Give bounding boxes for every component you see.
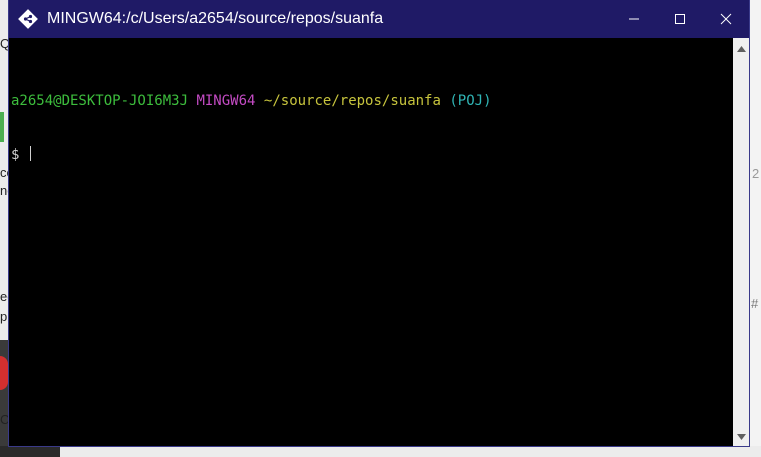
terminal-output[interactable]: a2654@DESKTOP-JOI6M3J MINGW64 ~/source/r… <box>9 38 733 446</box>
scroll-down-button[interactable] <box>733 428 749 444</box>
prompt-line: a2654@DESKTOP-JOI6M3J MINGW64 ~/source/r… <box>11 92 733 110</box>
background-text-fragment: # <box>751 296 759 311</box>
background-right-panel <box>748 0 761 457</box>
caret-down-icon <box>736 427 746 445</box>
window-title: MINGW64:/c/Users/a2654/source/repos/suan… <box>47 10 384 27</box>
background-red-shape <box>0 356 8 390</box>
input-line[interactable]: $ <box>11 146 733 164</box>
background-bottom-strip <box>0 446 761 457</box>
title-bar[interactable]: MINGW64:/c/Users/a2654/source/repos/suan… <box>9 0 749 38</box>
close-button[interactable] <box>703 0 749 38</box>
background-text-fragment: C <box>0 412 10 427</box>
minimize-icon <box>628 13 640 25</box>
maximize-button[interactable] <box>657 0 703 38</box>
background-bottom-dark-strip <box>0 446 60 457</box>
vertical-scrollbar[interactable] <box>733 38 749 446</box>
caret-up-icon <box>736 39 746 57</box>
close-icon <box>720 13 732 25</box>
window-controls <box>611 0 749 38</box>
terminal-window: MINGW64:/c/Users/a2654/source/repos/suan… <box>9 0 749 446</box>
prompt-path: ~/source/repos/suanfa <box>263 93 441 109</box>
prompt-system: MINGW64 <box>196 93 256 109</box>
scroll-up-button[interactable] <box>733 40 749 56</box>
prompt-branch: (POJ) <box>449 93 492 109</box>
prompt-symbol: $ <box>11 147 20 163</box>
background-text-fragment: p <box>0 309 8 324</box>
prompt-user-host: a2654@DESKTOP-JOI6M3J <box>11 93 189 109</box>
background-text-fragment: 2 <box>752 166 760 181</box>
maximize-icon <box>674 13 686 25</box>
git-diamond-icon <box>18 9 38 29</box>
minimize-button[interactable] <box>611 0 657 38</box>
background-green-marker <box>0 112 4 142</box>
text-cursor <box>29 146 31 161</box>
